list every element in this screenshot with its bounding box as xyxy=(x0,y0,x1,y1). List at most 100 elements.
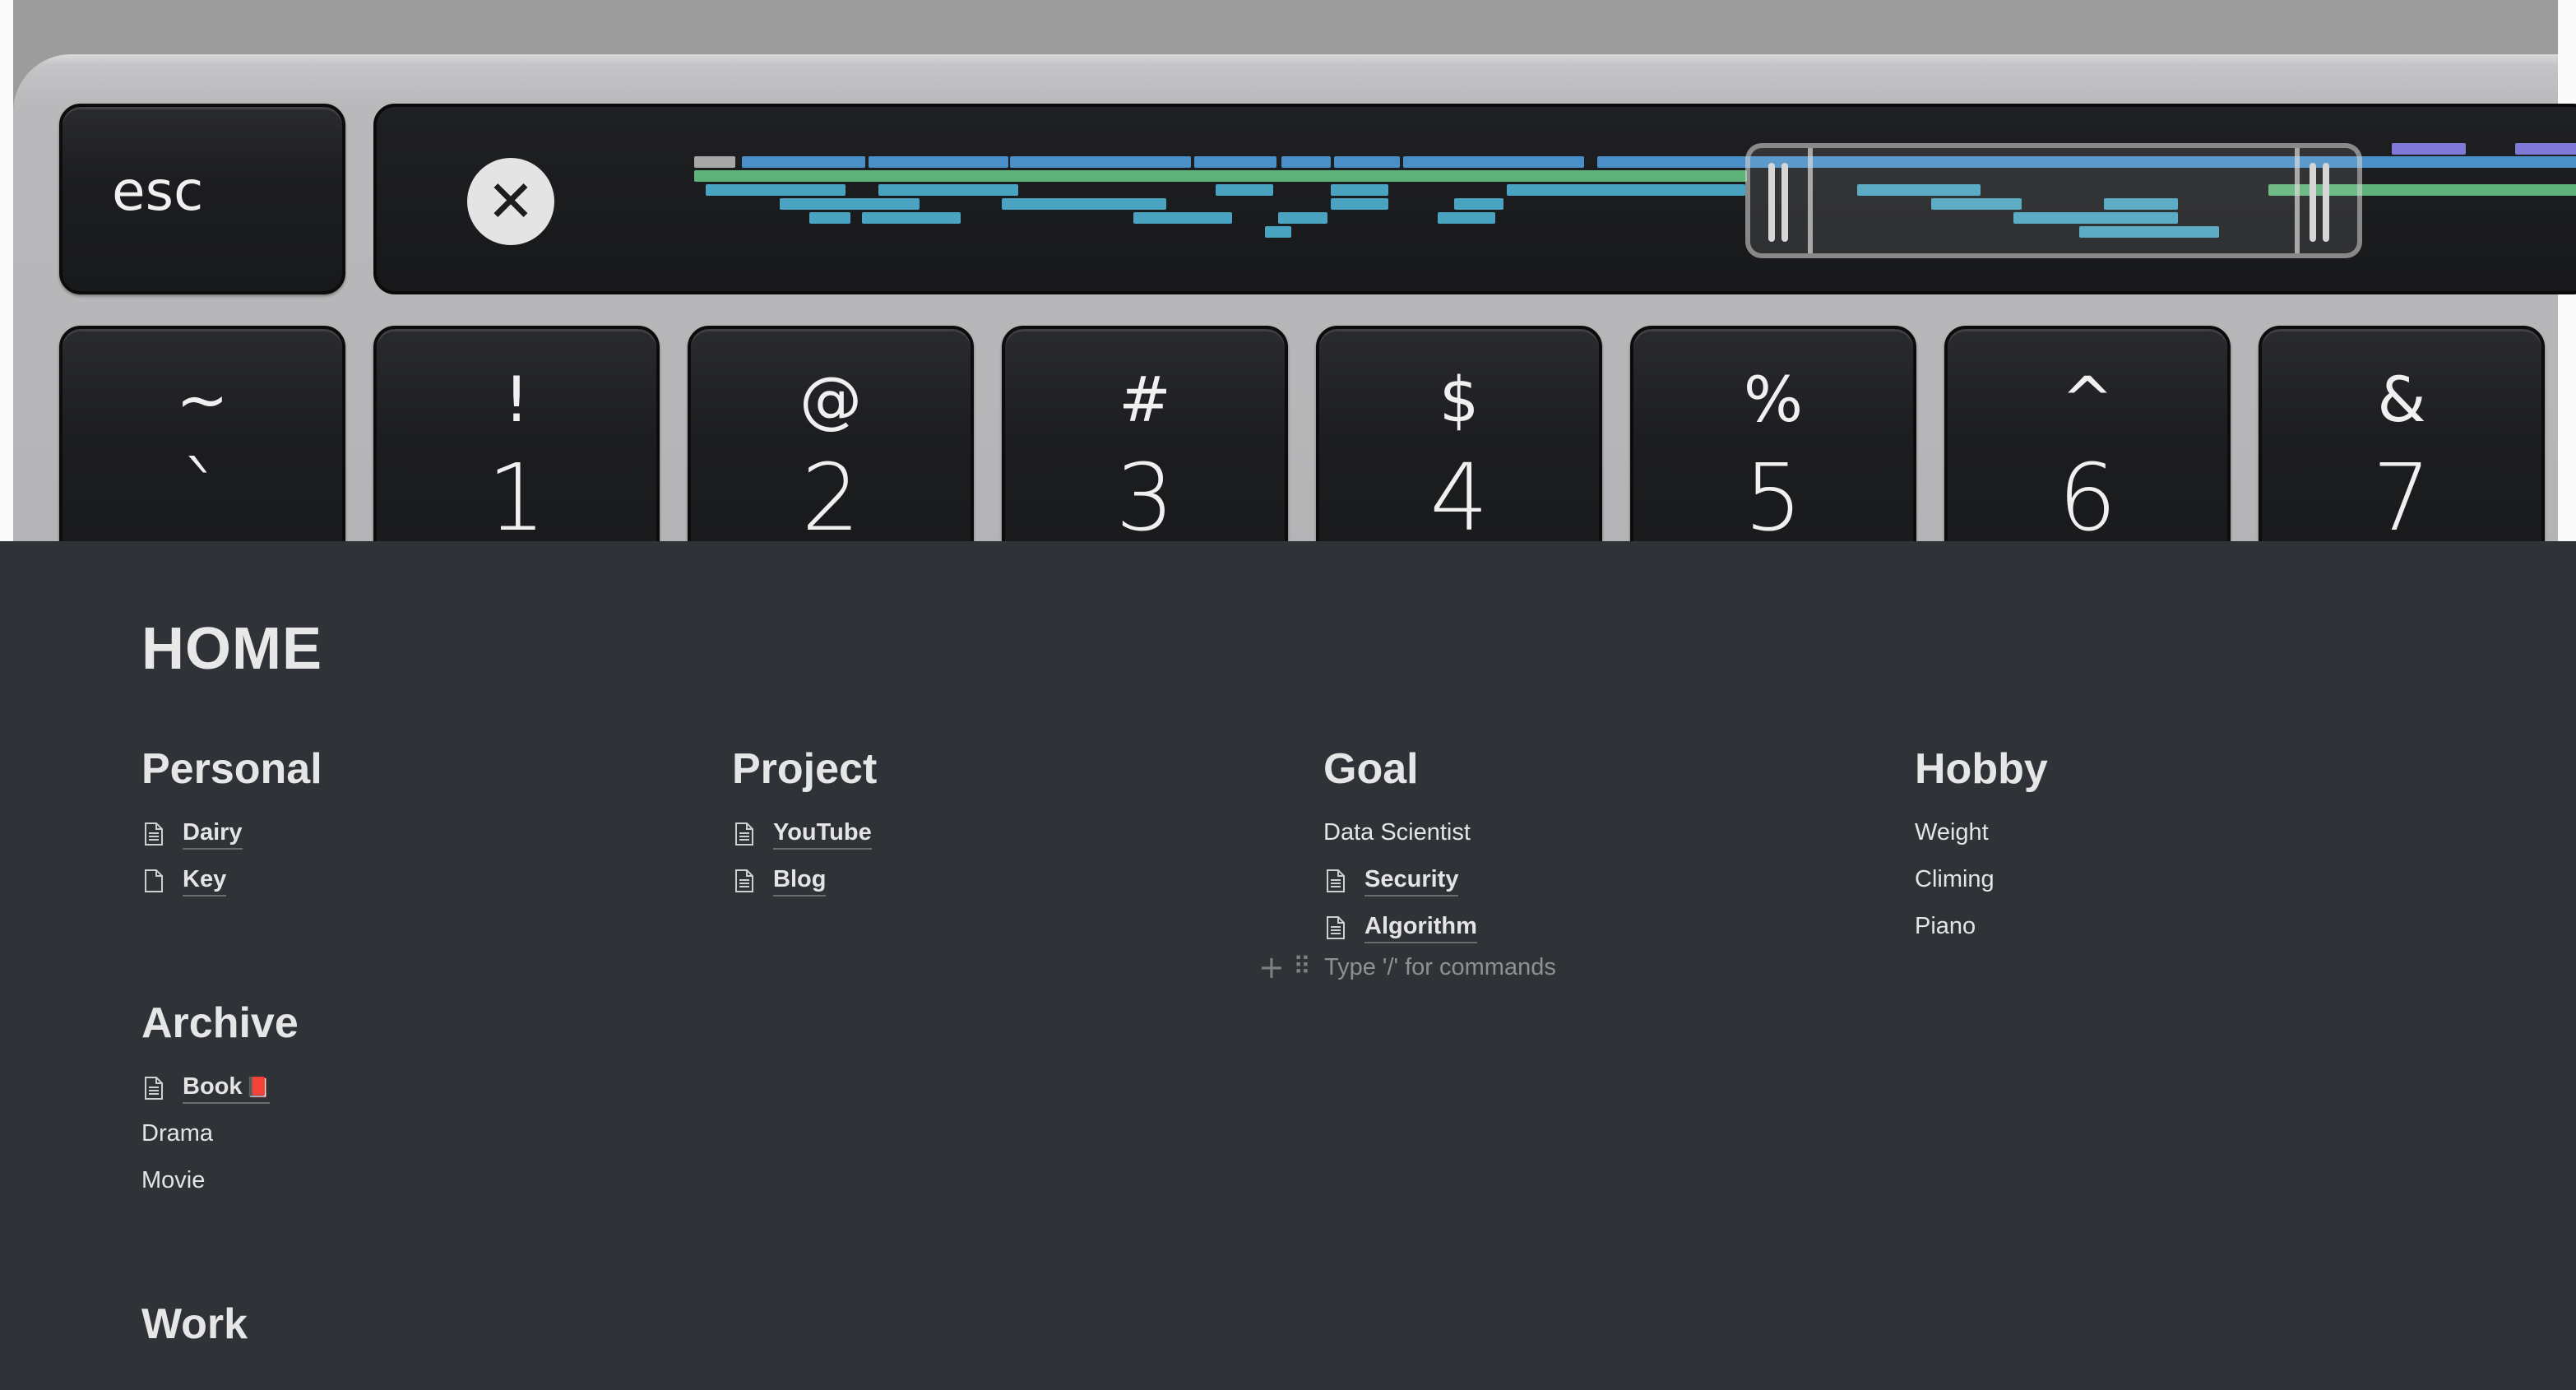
section-heading[interactable]: Project xyxy=(732,740,1291,798)
page-link-key[interactable]: Key xyxy=(141,856,701,903)
key-shift-label: ! xyxy=(503,363,530,436)
page-link-label: Dairy xyxy=(183,819,243,850)
page-link-algorithm[interactable]: Algorithm xyxy=(1323,903,1883,950)
key-7: & 7 xyxy=(2259,326,2545,541)
timeline-bar xyxy=(1265,226,1291,238)
touch-bar: ✕ xyxy=(373,104,2576,294)
key-4: $ 4 xyxy=(1316,326,1602,541)
timeline-bar xyxy=(862,212,961,224)
timeline-bar xyxy=(1133,212,1232,224)
timeline-bar xyxy=(1334,156,1400,168)
page-cover: esc ✕ ~ ` ! 1 @ 2 # 3 $ 4 % 5 ^ 6 & 7 xyxy=(0,0,2576,541)
timeline-bar xyxy=(1507,184,1745,196)
page-link-label: Algorithm xyxy=(1364,913,1477,943)
drag-handle-icon[interactable]: ⠿ xyxy=(1293,948,1311,986)
section-archive: Archive Book 📕 Drama Movie xyxy=(141,994,701,1204)
document-icon xyxy=(145,1077,163,1100)
section-hobby: Hobby Weight Climing Piano xyxy=(1915,740,2474,950)
timeline-bar xyxy=(1194,156,1276,168)
section-personal: Personal Dairy Key xyxy=(141,740,701,903)
scrubber-left-handle-icon xyxy=(1768,163,1798,242)
timeline-bar xyxy=(780,198,920,210)
timeline-bar xyxy=(1454,198,1503,210)
timeline-bar xyxy=(2515,143,2576,155)
timeline-bar xyxy=(1002,198,1166,210)
page-link-dairy[interactable]: Dairy xyxy=(141,809,701,856)
page-link-security[interactable]: Security xyxy=(1323,856,1883,903)
page-link-book[interactable]: Book 📕 xyxy=(141,1063,701,1110)
key-main-label: 7 xyxy=(2372,445,2431,541)
page-link-label: Blog xyxy=(773,866,827,897)
timeline-bar xyxy=(869,156,1008,168)
key-6: ^ 6 xyxy=(1944,326,2231,541)
page-link-label: Security xyxy=(1364,866,1459,897)
esc-key: esc xyxy=(59,104,345,294)
timeline-bar xyxy=(706,184,846,196)
section-project: Project YouTube Blog xyxy=(732,740,1291,903)
timeline-bar xyxy=(1010,156,1191,168)
page-link-label: Key xyxy=(183,866,227,897)
text-block[interactable]: Data Scientist xyxy=(1323,809,1883,856)
section-goal: Goal Data Scientist Security Algorithm xyxy=(1323,740,1883,950)
key-1: ! 1 xyxy=(373,326,660,541)
timeline-bar xyxy=(1216,184,1273,196)
key-main-label: 6 xyxy=(2058,445,2117,541)
timeline-bar xyxy=(878,184,1018,196)
page-link-text: Book xyxy=(183,1073,243,1100)
timeline-bar xyxy=(1281,156,1331,168)
section-work: Work xyxy=(141,1295,701,1353)
key-2: @ 2 xyxy=(688,326,974,541)
esc-key-label: esc xyxy=(112,160,204,223)
document-icon xyxy=(735,869,753,892)
document-icon xyxy=(145,822,163,846)
page-link-label: YouTube xyxy=(773,819,872,850)
key-shift-label: @ xyxy=(799,363,862,436)
document-icon xyxy=(735,822,753,846)
section-heading[interactable]: Archive xyxy=(141,994,701,1052)
timeline-bar xyxy=(809,212,850,224)
key-main-label: 1 xyxy=(487,445,546,541)
text-block[interactable]: Drama xyxy=(141,1110,701,1157)
text-block[interactable]: Movie xyxy=(141,1157,701,1204)
page-title[interactable]: HOME xyxy=(141,615,322,683)
block-placeholder[interactable]: Type '/' for commands xyxy=(1324,948,1556,986)
scrubber-window xyxy=(1745,143,2362,258)
timeline-bar xyxy=(1278,212,1327,224)
key-main-label: 4 xyxy=(1429,445,1489,541)
timeline-bar xyxy=(1331,184,1388,196)
text-block[interactable]: Climing xyxy=(1915,856,2474,903)
timeline-bar xyxy=(694,170,1747,182)
close-icon: ✕ xyxy=(467,158,554,245)
page-link-youtube[interactable]: YouTube xyxy=(732,809,1291,856)
section-heading[interactable]: Hobby xyxy=(1915,740,2474,798)
red-book-emoji: 📕 xyxy=(245,1077,271,1099)
document-icon xyxy=(1327,869,1345,892)
section-heading[interactable]: Goal xyxy=(1323,740,1883,798)
timeline-bar xyxy=(742,156,865,168)
key-5: % 5 xyxy=(1630,326,1916,541)
plus-icon[interactable]: + xyxy=(1258,948,1285,986)
page-link-blog[interactable]: Blog xyxy=(732,856,1291,903)
document-icon xyxy=(145,869,163,892)
page-link-label: Book 📕 xyxy=(183,1073,271,1104)
key-3: # 3 xyxy=(1002,326,1288,541)
timeline-bar xyxy=(1403,156,1584,168)
key-shift-label: ~ xyxy=(176,363,229,436)
timeline-bar xyxy=(1438,212,1495,224)
text-block[interactable]: Weight xyxy=(1915,809,2474,856)
text-block[interactable]: Piano xyxy=(1915,903,2474,950)
key-main-label: 2 xyxy=(801,445,860,541)
key-shift-label: & xyxy=(2377,363,2426,436)
section-heading[interactable]: Work xyxy=(141,1295,701,1353)
key-main-label: 3 xyxy=(1115,445,1174,541)
timeline-bar xyxy=(694,156,735,168)
timeline-bar xyxy=(1331,198,1388,210)
document-icon xyxy=(1327,916,1345,939)
scrubber-selection xyxy=(1808,148,2300,253)
key-shift-label: $ xyxy=(1439,363,1480,436)
key-backtick: ~ ` xyxy=(59,326,345,541)
scrubber-right-handle-icon xyxy=(2310,163,2339,242)
section-heading[interactable]: Personal xyxy=(141,740,701,798)
key-shift-label: ^ xyxy=(2061,363,2114,436)
key-main-label: 5 xyxy=(1744,445,1803,541)
